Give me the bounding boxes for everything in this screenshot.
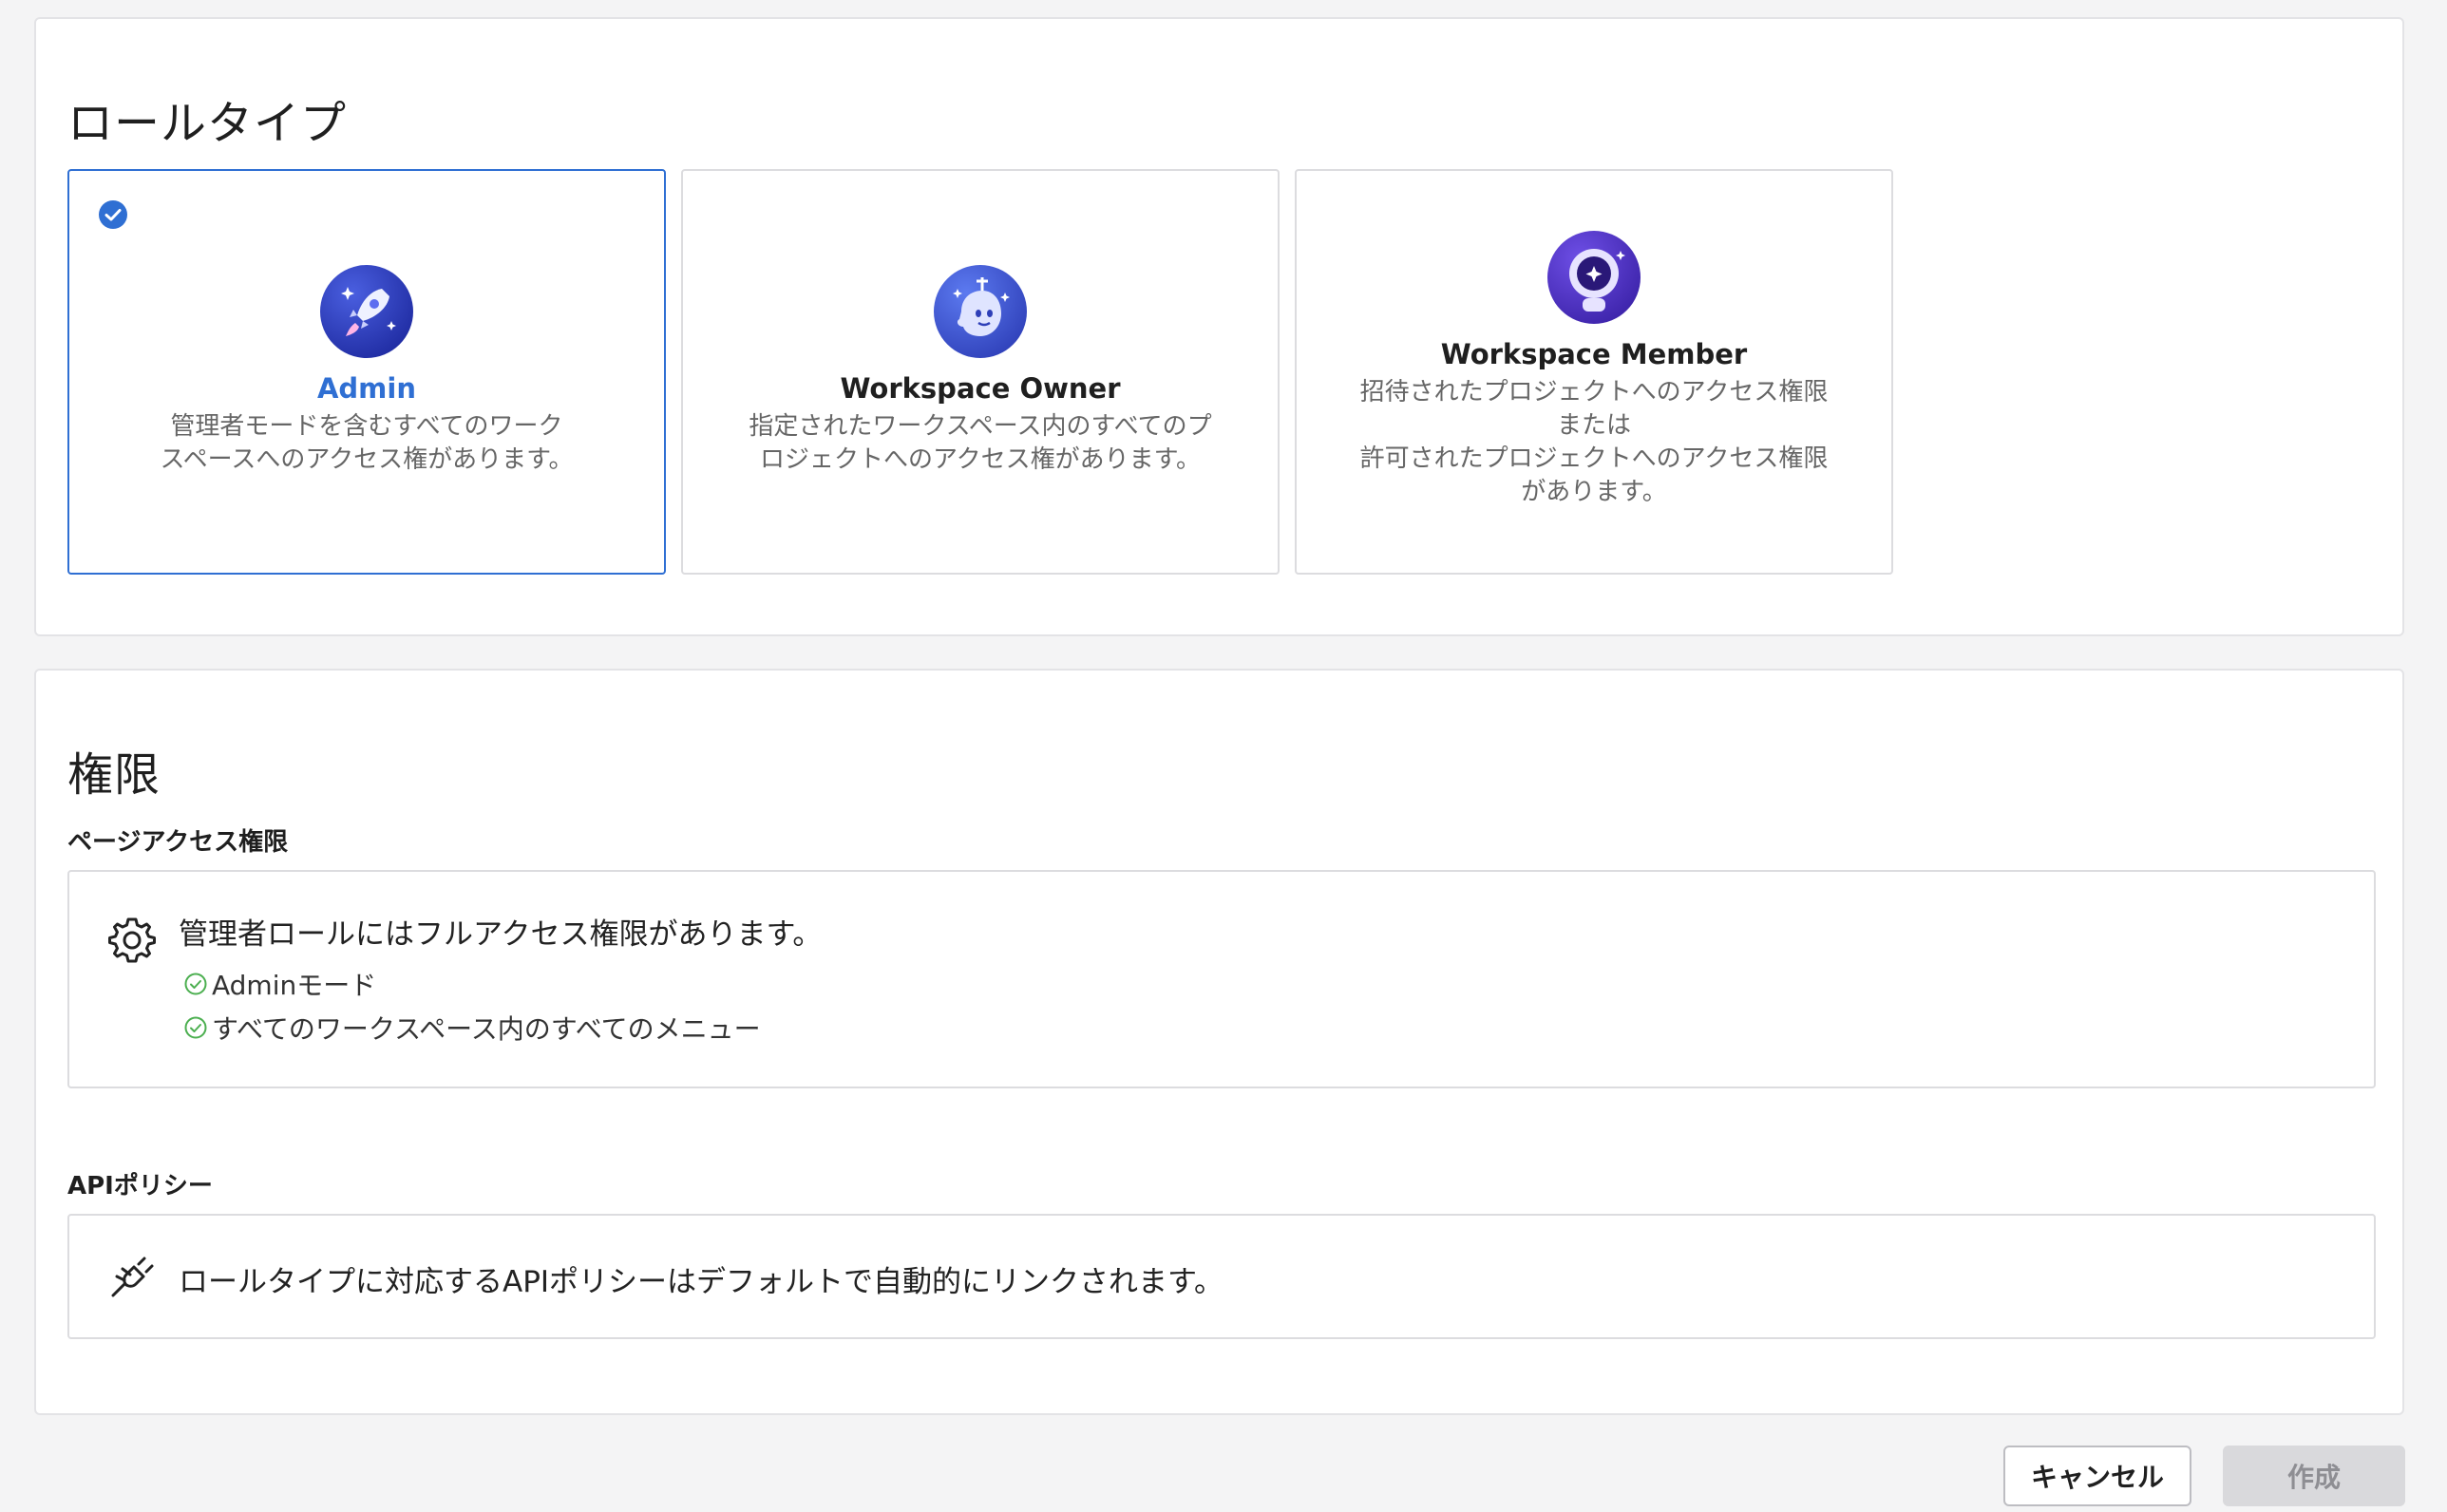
role-desc-workspace-member: 招待されたプロジェクトへのアクセス権限 または 許可されたプロジェクトへのアクセ…	[1359, 378, 1829, 506]
api-policy-box: ロールタイプに対応するAPIポリシーはデフォルトで自動的にリンクされます。	[67, 1214, 2376, 1339]
check-circle-icon	[184, 1016, 207, 1039]
permission-title: 権限	[67, 748, 161, 802]
role-name-admin: Admin	[316, 372, 416, 405]
role-type-title: ロールタイプ	[67, 97, 348, 150]
role-desc-workspace-owner: 指定されたワークスペース内のすべてのプ ロジェクトへのアクセス権があります。	[749, 412, 1212, 474]
role-type-panel: ロールタイプ Admin 管理者モードを含むすべてのワーク スペースへのアクセス…	[34, 17, 2404, 636]
api-policy-label: APIポリシー	[67, 1172, 213, 1200]
permission-panel: 権限 ページアクセス権限 管理者ロールにはフルアクセス権限があります。 Admi…	[34, 669, 2404, 1415]
role-name-workspace-owner: Workspace Owner	[840, 372, 1121, 405]
permission-item: Adminモード	[183, 965, 376, 1003]
gear-icon	[108, 917, 156, 963]
role-desc-admin: 管理者モードを含むすべてのワーク スペースへのアクセス権があります。	[160, 412, 574, 474]
plug-icon	[111, 1257, 154, 1297]
create-button[interactable]: 作成	[2223, 1446, 2405, 1506]
role-name-workspace-member: Workspace Member	[1440, 338, 1748, 370]
permission-item: すべてのワークスペース内のすべてのメニュー	[183, 1009, 761, 1047]
api-policy-message: ロールタイプに対応するAPIポリシーはデフォルトで自動的にリンクされます。	[179, 1265, 1224, 1299]
role-card-admin[interactable]: Admin 管理者モードを含むすべてのワーク スペースへのアクセス権があります。	[67, 169, 666, 575]
page-access-message: 管理者ロールにはフルアクセス権限があります。	[179, 917, 823, 952]
role-card-workspace-owner[interactable]: Workspace Owner 指定されたワークスペース内のすべてのプ ロジェク…	[681, 169, 1280, 575]
page-access-label: ページアクセス権限	[67, 828, 289, 857]
role-card-workspace-member[interactable]: Workspace Member 招待されたプロジェクトへのアクセス権限 または…	[1295, 169, 1893, 575]
permission-item-label: Adminモード	[212, 970, 377, 1001]
checkmark-icon	[99, 200, 127, 229]
page-access-box: 管理者ロールにはフルアクセス権限があります。 Adminモード すべてのワークス…	[67, 870, 2376, 1088]
cancel-button[interactable]: キャンセル	[2003, 1446, 2191, 1506]
permission-item-label: すべてのワークスペース内のすべてのメニュー	[212, 1013, 761, 1045]
ghost-icon	[934, 265, 1027, 358]
rocket-icon	[320, 265, 413, 358]
astronaut-icon	[1547, 231, 1641, 324]
check-circle-icon	[184, 973, 207, 995]
